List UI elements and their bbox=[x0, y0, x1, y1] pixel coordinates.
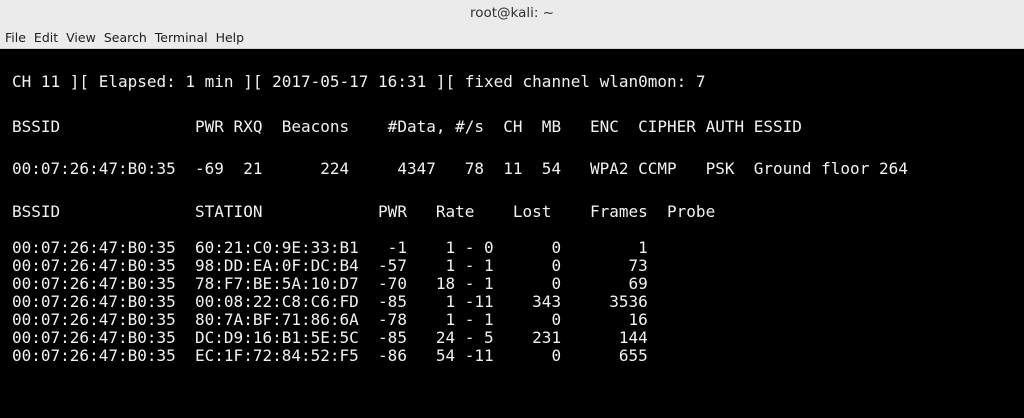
menu-edit[interactable]: Edit bbox=[34, 30, 58, 45]
terminal-output[interactable]: CH 11 ][ Elapsed: 1 min ][ 2017-05-17 16… bbox=[0, 50, 1024, 418]
ap-table-row: 00:07:26:47:B0:35 -69 21 224 4347 78 11 … bbox=[12, 159, 908, 178]
station-row: 00:07:26:47:B0:35 60:21:C0:9E:33:B1 -1 1… bbox=[12, 238, 648, 257]
station-row: 00:07:26:47:B0:35 EC:1F:72:84:52:F5 -86 … bbox=[12, 346, 648, 365]
menu-view[interactable]: View bbox=[66, 30, 96, 45]
station-row: 00:07:26:47:B0:35 80:7A:BF:71:86:6A -78 … bbox=[12, 310, 648, 329]
station-row: 00:07:26:47:B0:35 DC:D9:16:B1:5E:5C -85 … bbox=[12, 328, 648, 347]
station-table-header: BSSID STATION PWR Rate Lost Frames Probe bbox=[12, 202, 716, 221]
ap-table-header: BSSID PWR RXQ Beacons #Data, #/s CH MB E… bbox=[12, 117, 802, 136]
window-titlebar[interactable]: root@kali: ~ bbox=[0, 0, 1024, 26]
menu-terminal[interactable]: Terminal bbox=[155, 30, 208, 45]
station-table: 00:07:26:47:B0:35 60:21:C0:9E:33:B1 -1 1… bbox=[12, 239, 648, 365]
window-title: root@kali: ~ bbox=[469, 5, 555, 21]
menu-bar: File Edit View Search Terminal Help bbox=[0, 26, 1024, 49]
station-row: 00:07:26:47:B0:35 00:08:22:C8:C6:FD -85 … bbox=[12, 292, 648, 311]
menu-file[interactable]: File bbox=[5, 30, 26, 45]
station-row: 00:07:26:47:B0:35 78:F7:BE:5A:10:D7 -70 … bbox=[12, 274, 648, 293]
station-row: 00:07:26:47:B0:35 98:DD:EA:0F:DC:B4 -57 … bbox=[12, 256, 648, 275]
menu-search[interactable]: Search bbox=[104, 30, 147, 45]
status-line: CH 11 ][ Elapsed: 1 min ][ 2017-05-17 16… bbox=[12, 72, 706, 91]
menu-help[interactable]: Help bbox=[216, 30, 245, 45]
